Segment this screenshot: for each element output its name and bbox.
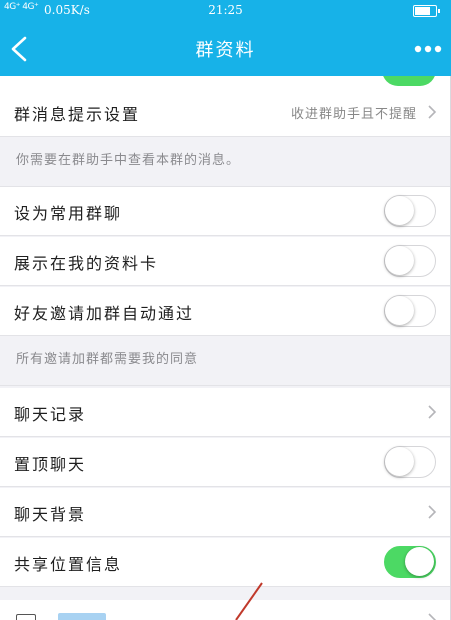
chevron-right-icon	[428, 505, 437, 519]
partial-toggle-switch[interactable]	[382, 76, 436, 86]
show-on-profile-label: 展示在我的资料卡	[14, 254, 159, 273]
clock: 21:25	[208, 3, 243, 17]
set-frequent-group-row: 设为常用群聊	[0, 187, 451, 236]
battery-icon	[413, 5, 440, 17]
message-prompt-value: 收进群助手且不提醒	[290, 107, 417, 122]
share-location-row: 共享位置信息	[0, 538, 451, 587]
share-location-toggle[interactable]	[384, 546, 436, 578]
more-options-icon[interactable]	[413, 42, 443, 56]
status-bar: 4G⁺ 4G⁺ 0.05K/s 21:25	[0, 0, 451, 22]
message-prompt-setting-row[interactable]: 群消息提示设置 收进群助手且不提醒	[0, 88, 451, 137]
show-on-profile-toggle[interactable]	[384, 245, 436, 277]
share-location-label: 共享位置信息	[14, 555, 123, 574]
set-frequent-group-label: 设为常用群聊	[14, 204, 123, 223]
pin-chat-row: 置顶聊天	[0, 438, 451, 487]
partial-bottom-row[interactable]	[0, 600, 451, 620]
message-prompt-label: 群消息提示设置	[14, 105, 141, 124]
show-on-profile-row: 展示在我的资料卡	[0, 237, 451, 286]
nav-bar: 群资料	[0, 22, 451, 76]
chat-records-label: 聊天记录	[14, 405, 87, 424]
auto-approve-invite-toggle[interactable]	[384, 295, 436, 327]
file-icon	[16, 614, 36, 620]
chevron-right-icon	[428, 405, 437, 419]
blue-tag	[58, 613, 106, 620]
page-title: 群资料	[195, 40, 256, 61]
chat-records-row[interactable]: 聊天记录	[0, 388, 451, 437]
chevron-right-icon	[428, 105, 437, 119]
message-hint-text: 你需要在群助手中查看本群的消息。	[0, 137, 451, 187]
set-frequent-group-toggle[interactable]	[384, 195, 436, 227]
pin-chat-label: 置顶聊天	[14, 455, 87, 474]
chat-background-row[interactable]: 聊天背景	[0, 488, 451, 537]
chat-background-label: 聊天背景	[14, 505, 87, 524]
auto-approve-invite-label: 好友邀请加群自动通过	[14, 304, 195, 323]
auto-approve-invite-row: 好友邀请加群自动通过	[0, 287, 451, 336]
chevron-right-icon	[428, 613, 437, 620]
pin-chat-toggle[interactable]	[384, 446, 436, 478]
invite-hint-text: 所有邀请加群都需要我的同意	[0, 336, 451, 386]
